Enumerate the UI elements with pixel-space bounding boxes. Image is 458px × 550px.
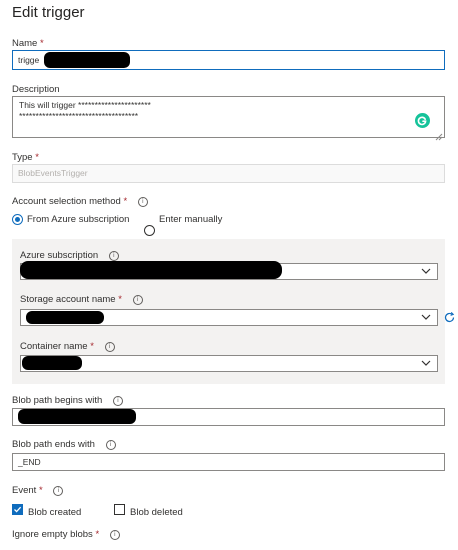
required-mark: * <box>95 529 100 540</box>
required-mark: * <box>90 341 94 352</box>
required-mark: * <box>118 294 122 305</box>
redaction-mark <box>44 52 130 68</box>
required-mark: * <box>123 196 128 207</box>
blob-path-ends-value: _END <box>18 457 41 467</box>
type-value: BlobEventsTrigger <box>18 168 88 178</box>
ignore-empty-blobs-label-text: Ignore empty blobs <box>12 529 93 540</box>
description-line-1: This will trigger ********************** <box>19 100 151 110</box>
blob-deleted-checkbox[interactable] <box>114 504 125 515</box>
container-name-label-text: Container name <box>20 341 88 352</box>
redaction-mark <box>18 409 136 424</box>
azure-subscription-label-text: Azure subscription <box>20 250 99 261</box>
description-line-2: ************************************ <box>19 111 139 121</box>
required-mark: * <box>39 38 44 49</box>
blob-path-ends-label: Blob path ends with i <box>12 439 116 450</box>
resize-handle-icon[interactable] <box>435 128 443 141</box>
blob-path-begins-label: Blob path begins with i <box>12 395 123 406</box>
radio-label-from-azure: From Azure subscription <box>27 214 130 225</box>
name-value: trigge <box>18 55 40 65</box>
info-icon[interactable]: i <box>104 342 115 352</box>
panel-title: Edit trigger <box>12 4 85 21</box>
event-label-text: Event <box>12 485 37 496</box>
storage-account-label-text: Storage account name <box>20 294 116 305</box>
info-icon[interactable]: i <box>112 396 123 406</box>
description-label: Description <box>12 84 60 95</box>
info-icon[interactable]: i <box>53 486 64 496</box>
container-name-label: Container name * i <box>20 341 115 352</box>
blob-deleted-label: Blob deleted <box>130 507 183 518</box>
required-mark: * <box>35 152 39 163</box>
grammarly-icon[interactable] <box>415 113 430 128</box>
info-icon[interactable]: i <box>137 197 148 207</box>
description-textarea[interactable]: This will trigger **********************… <box>12 96 445 138</box>
redaction-mark <box>26 311 104 324</box>
info-icon[interactable]: i <box>109 530 120 540</box>
info-icon[interactable]: i <box>105 440 116 450</box>
name-label: Name * <box>12 38 44 49</box>
blob-created-checkbox[interactable] <box>12 504 23 515</box>
container-name-dropdown[interactable] <box>20 355 438 372</box>
redaction-mark <box>22 356 82 370</box>
type-label: Type * <box>12 152 39 163</box>
radio-enter-manually[interactable] <box>144 225 155 236</box>
blob-path-begins-label-text: Blob path begins with <box>12 395 103 406</box>
storage-account-label: Storage account name * i <box>20 294 143 305</box>
account-selection-label-text: Account selection method <box>12 196 121 207</box>
checkmark-icon <box>14 506 22 513</box>
ignore-empty-blobs-label: Ignore empty blobs * i <box>12 529 120 540</box>
radio-from-azure-subscription[interactable] <box>12 214 23 225</box>
blob-path-ends-input[interactable]: _END <box>12 453 445 471</box>
required-mark: * <box>38 485 43 496</box>
blob-path-ends-label-text: Blob path ends with <box>12 439 95 450</box>
name-label-text: Name <box>12 38 38 49</box>
azure-subscription-label: Azure subscription i <box>20 250 119 261</box>
radio-label-enter-manually: Enter manually <box>159 214 223 225</box>
info-icon[interactable]: i <box>108 251 119 261</box>
account-selection-label: Account selection method * i <box>12 196 148 207</box>
chevron-down-icon <box>421 268 431 274</box>
redaction-mark <box>20 261 282 279</box>
event-label: Event * i <box>12 485 64 496</box>
blob-created-label: Blob created <box>28 507 82 518</box>
refresh-icon[interactable] <box>443 311 456 324</box>
chevron-down-icon <box>421 360 431 366</box>
chevron-down-icon <box>421 314 431 320</box>
info-icon[interactable]: i <box>132 295 143 305</box>
type-label-text: Type <box>12 152 33 163</box>
type-input: BlobEventsTrigger <box>12 164 445 183</box>
